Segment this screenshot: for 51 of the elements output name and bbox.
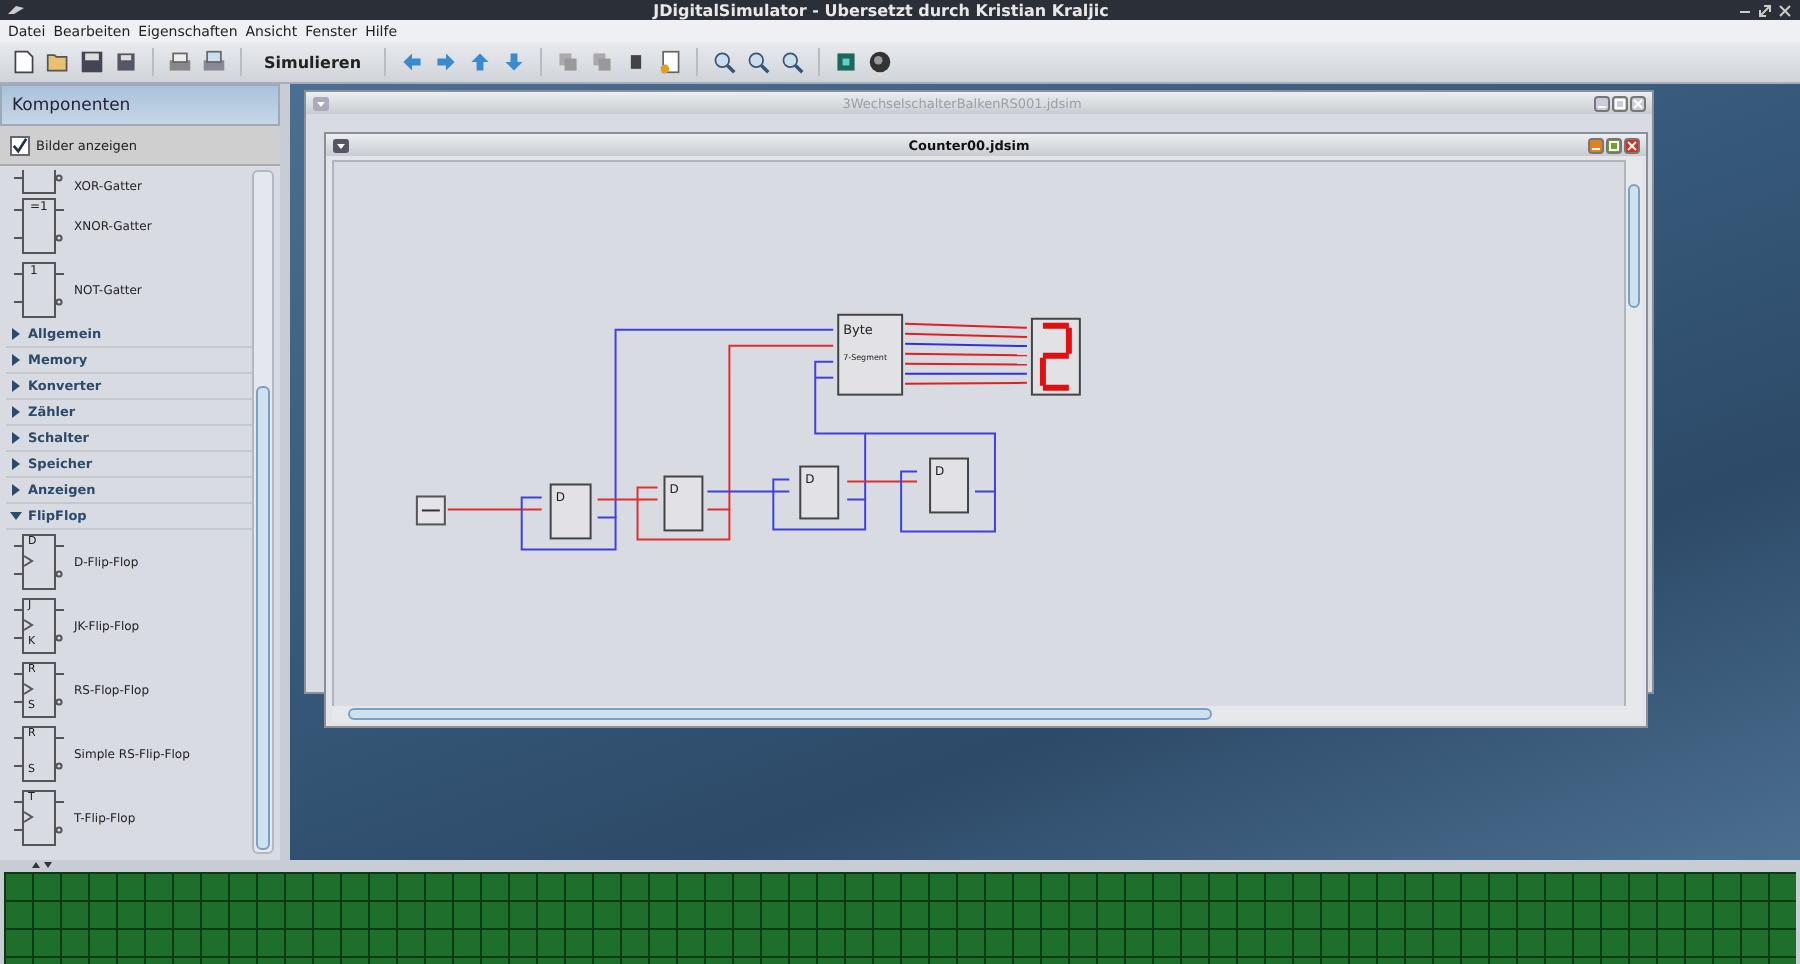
zoom-out-icon[interactable] xyxy=(745,50,770,74)
flip-flop-block[interactable] xyxy=(549,483,592,540)
minimize-icon[interactable] xyxy=(1594,95,1610,111)
arrow-right-icon[interactable] xyxy=(433,50,458,74)
seven-segment-display-drawing xyxy=(1030,317,1081,396)
scrollbar[interactable] xyxy=(332,706,1642,722)
close-icon[interactable] xyxy=(1624,137,1640,153)
new-file-icon[interactable] xyxy=(12,50,36,74)
flip-flop-block[interactable] xyxy=(799,465,840,520)
window-menu-icon[interactable] xyxy=(332,137,350,153)
converter-block[interactable] xyxy=(837,313,904,396)
expand-arrow-icon xyxy=(10,432,22,444)
clock-source-block[interactable] xyxy=(415,495,446,526)
scrollbar[interactable] xyxy=(252,170,274,854)
arrow-left-icon[interactable] xyxy=(399,50,424,74)
simulate-button[interactable]: Simulieren xyxy=(256,49,370,75)
print-preview-icon[interactable] xyxy=(202,50,226,74)
zoom-reset-icon[interactable] xyxy=(779,50,804,74)
close-icon[interactable] xyxy=(1778,3,1792,17)
properties-icon[interactable] xyxy=(657,50,682,74)
flip-flop-block[interactable] xyxy=(663,475,704,532)
expand-arrow-icon xyxy=(10,354,22,366)
component-symbol-icon xyxy=(14,198,66,254)
expand-arrow-icon xyxy=(10,458,22,470)
expand-arrow-icon xyxy=(10,510,22,522)
expand-arrow-icon xyxy=(10,328,22,340)
folder-icon[interactable] xyxy=(46,50,70,74)
component-symbol-icon xyxy=(14,262,66,318)
zoom-in-icon[interactable] xyxy=(711,50,736,74)
splitter-handle[interactable] xyxy=(280,84,290,860)
window-title: JDigitalSimulator - Ubersetzt durch Kristian Kraljic xyxy=(650,1,1111,19)
expand-arrow-icon xyxy=(10,406,22,418)
save-icon[interactable] xyxy=(80,50,104,74)
expand-arrow-icon xyxy=(10,380,22,392)
maximize-icon[interactable] xyxy=(1612,95,1628,111)
arrow-down-icon[interactable] xyxy=(501,50,526,74)
scrollbar[interactable] xyxy=(1626,160,1642,706)
chip-icon[interactable] xyxy=(833,50,858,74)
app-icon xyxy=(8,4,24,16)
expand-arrow-icon xyxy=(10,484,22,496)
minimize-icon[interactable] xyxy=(1588,137,1604,153)
arrow-up-icon[interactable] xyxy=(467,50,492,74)
collapse-arrows-icon[interactable] xyxy=(32,862,52,870)
maximize-icon[interactable] xyxy=(1758,3,1772,17)
save-as-icon[interactable] xyxy=(114,50,138,74)
printer-icon[interactable] xyxy=(168,50,192,74)
panel-title: Komponenten xyxy=(12,95,131,115)
checkbox[interactable] xyxy=(10,135,30,155)
flip-flop-block[interactable] xyxy=(929,457,969,514)
maximize-icon[interactable] xyxy=(1606,137,1622,153)
close-icon[interactable] xyxy=(1630,95,1646,111)
